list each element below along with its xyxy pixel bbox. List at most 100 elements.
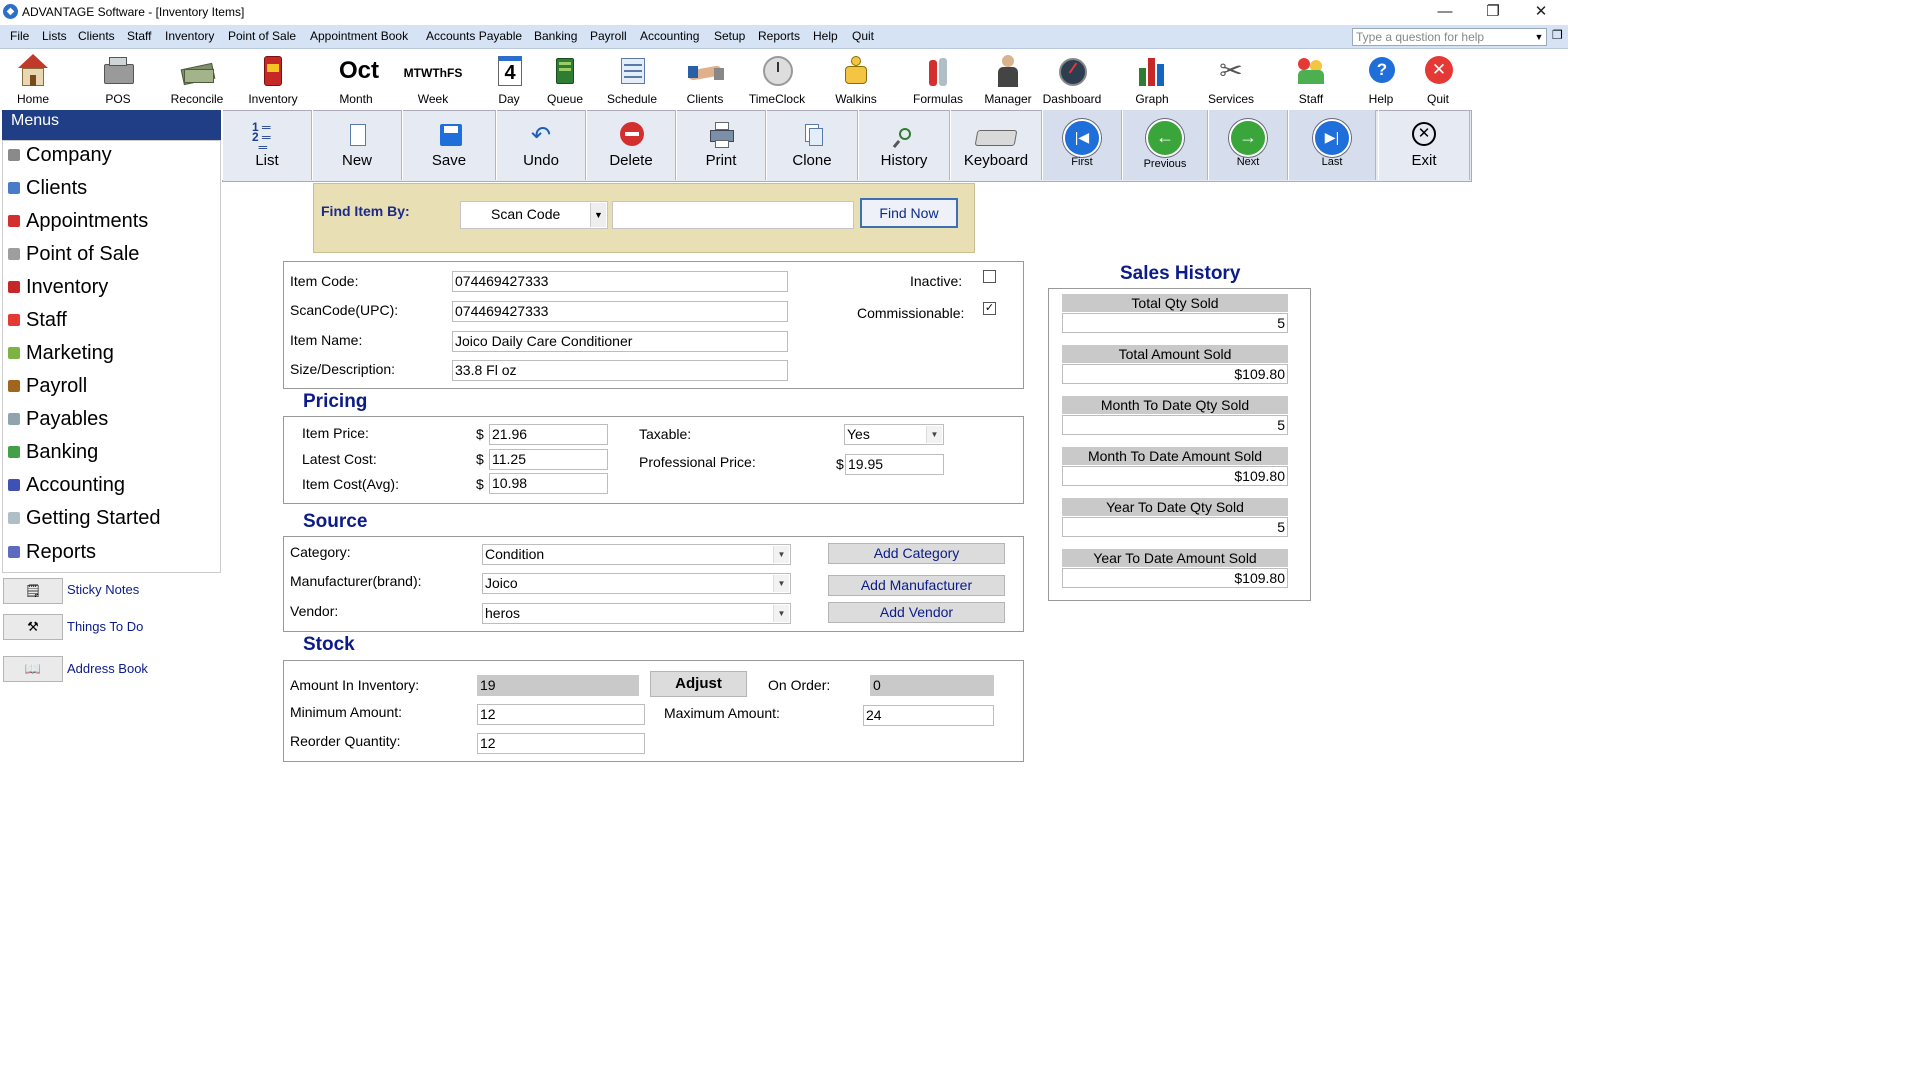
things-to-do-icon[interactable]: ⚒ [3,614,63,640]
clone-button[interactable]: Clone [766,110,858,180]
menu-staff[interactable]: Staff [127,29,151,43]
address-book-link[interactable]: Address Book [67,661,148,676]
menu-setup[interactable]: Setup [714,29,745,43]
toolbar-clients-button[interactable]: Clients [672,52,738,108]
vendor-select[interactable]: heros ▼ [482,603,791,624]
menu-banking[interactable]: Banking [534,29,577,43]
menu-file[interactable]: File [10,29,29,43]
chevron-down-icon[interactable]: ▼ [926,426,942,443]
sidebar-item-clients[interactable]: Clients [8,177,87,200]
new-button[interactable]: New [312,110,402,180]
toolbar-formulas-button[interactable]: Formulas [905,52,971,108]
sidebar-item-reports[interactable]: Reports [8,541,96,564]
add-manufacturer-button[interactable]: Add Manufacturer [828,575,1005,596]
last-record-button[interactable]: ▶| Last [1288,110,1376,180]
sidebar-item-inventory[interactable]: Inventory [8,276,108,299]
keyboard-button[interactable]: Keyboard [950,110,1042,180]
professional-price-input[interactable]: 19.95 [845,454,944,475]
toolbar-services-button[interactable]: ✂ Services [1198,52,1264,108]
toolbar-inventory-button[interactable]: Inventory [240,52,306,108]
toolbar-month-button[interactable]: Oct Month [323,52,389,108]
toolbar-graph-button[interactable]: Graph [1119,52,1185,108]
sidebar-item-company[interactable]: Company [8,144,112,167]
toolbar-pos-button[interactable]: POS [85,52,151,108]
size-description-input[interactable]: 33.8 Fl oz [452,360,788,381]
chevron-down-icon[interactable]: ▼ [773,546,789,563]
menu-lists[interactable]: Lists [42,29,67,43]
undo-button[interactable]: ↶ Undo [496,110,586,180]
delete-button[interactable]: Delete [586,110,676,180]
restore-icon[interactable]: ❐ [1478,2,1508,22]
item-name-input[interactable]: Joico Daily Care Conditioner [452,331,788,352]
sidebar-item-point-of-sale[interactable]: Point of Sale [8,243,139,266]
latest-cost-input[interactable]: 11.25 [489,449,608,470]
address-book-icon[interactable]: 📖 [3,656,63,682]
toolbar-staff-button[interactable]: Staff [1278,52,1344,108]
commissionable-checkbox[interactable]: ✓ [983,302,996,315]
toolbar-dashboard-button[interactable]: Dashboard [1039,52,1105,108]
toolbar-week-button[interactable]: MTWThFS Week [400,52,466,108]
menu-accounting[interactable]: Accounting [640,29,699,43]
adjust-button[interactable]: Adjust [650,671,747,697]
add-category-button[interactable]: Add Category [828,543,1005,564]
list-button[interactable]: 1 ═ 2 ═ ═ List [222,110,312,180]
sidebar-item-banking[interactable]: Banking [8,441,98,464]
sidebar-item-marketing[interactable]: Marketing [8,342,114,365]
maximum-amount-input[interactable]: 24 [863,705,994,726]
next-record-button[interactable]: → Next [1208,110,1288,180]
toolbar-walkins-button[interactable]: Walkins [823,52,889,108]
sticky-notes-link[interactable]: Sticky Notes [67,582,139,597]
toolbar-home-button[interactable]: Home [0,52,66,108]
previous-record-button[interactable]: ← Previous [1122,110,1208,180]
item-cost-avg-input[interactable]: 10.98 [489,473,608,494]
minimum-amount-input[interactable]: 12 [477,704,645,725]
find-by-select[interactable]: Scan Code ▼ [460,201,608,229]
add-vendor-button[interactable]: Add Vendor [828,602,1005,623]
chevron-down-icon[interactable]: ▼ [590,203,606,227]
exit-button[interactable]: ✕ Exit [1378,110,1470,180]
sidebar-item-payroll[interactable]: Payroll [8,375,87,398]
toolbar-reconcile-button[interactable]: Reconcile [164,52,230,108]
menu-inventory[interactable]: Inventory [165,29,214,43]
first-record-button[interactable]: |◀ First [1042,110,1122,180]
menu-appointment-book[interactable]: Appointment Book [310,29,408,43]
find-query-input[interactable] [612,201,854,229]
sidebar-item-appointments[interactable]: Appointments [8,210,148,233]
minimize-icon[interactable]: — [1430,2,1460,22]
help-search-input[interactable]: Type a question for help [1352,28,1547,46]
close-icon[interactable]: ✕ [1526,2,1556,22]
taxable-select[interactable]: Yes ▼ [844,424,944,445]
toolbar-timeclock-button[interactable]: TimeClock [744,52,810,108]
inactive-checkbox[interactable] [983,270,996,283]
menu-quit[interactable]: Quit [852,29,874,43]
manufacturer-select[interactable]: Joico ▼ [482,573,791,594]
item-price-input[interactable]: 21.96 [489,424,608,445]
things-to-do-link[interactable]: Things To Do [67,619,143,634]
menu-clients[interactable]: Clients [78,29,115,43]
sidebar-item-getting-started[interactable]: Getting Started [8,507,161,530]
print-button[interactable]: Print [676,110,766,180]
menu-accounts-payable[interactable]: Accounts Payable [426,29,522,43]
scancode-input[interactable]: 074469427333 [452,301,788,322]
category-select[interactable]: Condition ▼ [482,544,791,565]
reorder-quantity-input[interactable]: 12 [477,733,645,754]
menu-point-of-sale[interactable]: Point of Sale [228,29,296,43]
menu-reports[interactable]: Reports [758,29,800,43]
help-icon: ? [1364,54,1398,88]
find-now-button[interactable]: Find Now [860,198,958,228]
save-button[interactable]: Save [402,110,496,180]
item-code-input[interactable]: 074469427333 [452,271,788,292]
toolbar-quit-button[interactable]: ✕ Quit [1405,52,1471,108]
chevron-down-icon[interactable]: ▼ [773,575,789,592]
mdi-restore-icon[interactable]: ❐ [1552,28,1563,42]
history-button[interactable]: History [858,110,950,180]
help-dropdown-icon[interactable]: ▼ [1532,29,1546,45]
menu-payroll[interactable]: Payroll [590,29,627,43]
sticky-notes-icon[interactable]: 🗒 [3,578,63,604]
toolbar-schedule-button[interactable]: Schedule [599,52,665,108]
sidebar-item-accounting[interactable]: Accounting [8,474,125,497]
menu-help[interactable]: Help [813,29,838,43]
sidebar-item-staff[interactable]: Staff [8,309,67,332]
chevron-down-icon[interactable]: ▼ [773,605,789,622]
sidebar-item-payables[interactable]: Payables [8,408,108,431]
